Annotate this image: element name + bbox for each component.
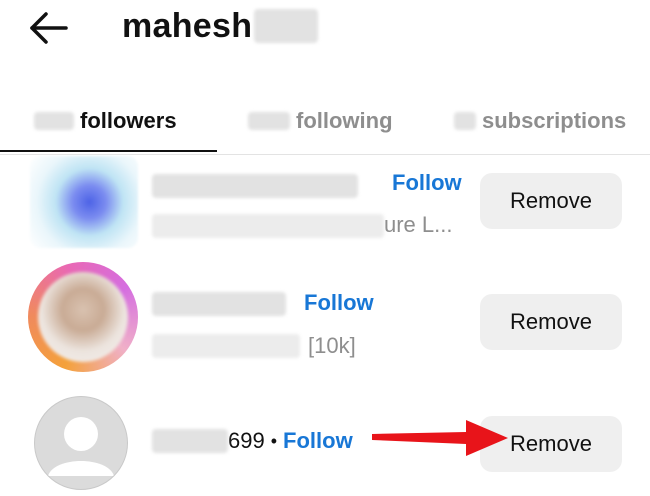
follow-button[interactable]: Follow (283, 428, 353, 454)
redacted-count (34, 112, 74, 130)
handle-line: 699 • Follow (152, 426, 353, 456)
annotation-arrow-icon (372, 420, 508, 456)
redacted-bio (152, 214, 384, 238)
redacted-handle (152, 292, 286, 316)
follower-row: Follow ure L... Remove (0, 156, 650, 252)
redacted-handle (152, 174, 358, 198)
follow-tabs: followers following subscriptions (0, 88, 650, 155)
username: mahesh (122, 6, 253, 45)
avatar[interactable] (28, 262, 138, 372)
follower-row: Follow [10k] Remove (0, 260, 650, 376)
avatar-photo (38, 272, 128, 362)
tab-label: following (296, 108, 393, 133)
tab-label: subscriptions (482, 108, 627, 133)
redacted-username-part (254, 9, 319, 43)
active-tab-indicator (0, 150, 217, 152)
remove-button[interactable]: Remove (480, 294, 622, 350)
avatar[interactable] (30, 156, 138, 248)
bio-text: ure L... (384, 212, 453, 237)
redacted-count (248, 112, 290, 130)
tab-subscriptions[interactable]: subscriptions (454, 88, 626, 154)
follower-count: [10k] (308, 333, 356, 358)
default-avatar[interactable] (34, 396, 128, 490)
back-button[interactable] (26, 8, 72, 48)
separator-dot: • (270, 430, 278, 451)
person-silhouette-icon (48, 417, 114, 476)
tab-label: followers (80, 108, 177, 133)
follower-row: 699 • Follow Remove (0, 392, 650, 496)
handle-suffix: 699 (228, 428, 265, 453)
redacted-handle (152, 429, 228, 453)
redacted-count (454, 112, 476, 130)
follow-button[interactable]: Follow (392, 170, 462, 196)
remove-button[interactable]: Remove (480, 173, 622, 229)
redacted-bio (152, 334, 300, 358)
profile-title: mahesh (122, 4, 319, 48)
tab-followers[interactable]: followers (34, 88, 177, 154)
arrow-left-icon (30, 12, 68, 44)
follow-button[interactable]: Follow (304, 290, 374, 316)
header: mahesh (0, 0, 650, 62)
tab-following[interactable]: following (248, 88, 393, 154)
